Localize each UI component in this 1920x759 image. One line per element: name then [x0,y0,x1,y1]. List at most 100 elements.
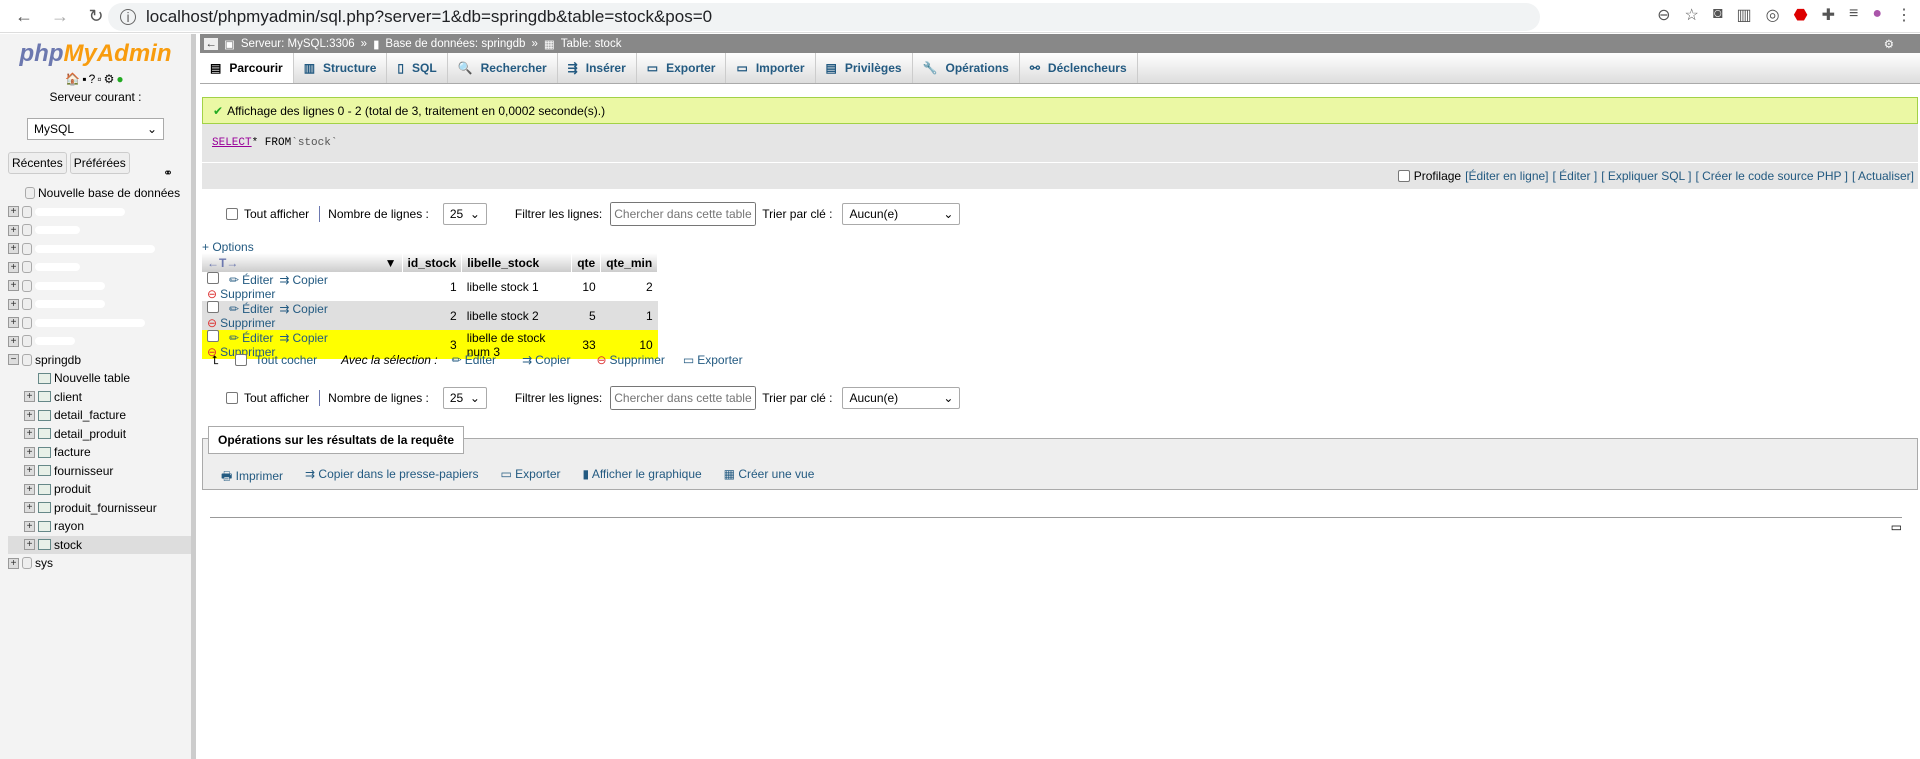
recent-button[interactable]: Récentes [8,152,67,174]
gear-icon[interactable]: ⚙ [104,72,117,86]
options-link[interactable]: + Options [202,240,254,254]
refresh-link[interactable]: [ Actualiser] [1852,169,1914,183]
url-text[interactable]: localhost/phpmyadmin/sql.php?server=1&db… [146,7,712,27]
print-button[interactable]: 🖶 Imprimer [221,467,283,488]
filter-input[interactable] [610,202,757,226]
row-checkbox[interactable] [207,330,219,342]
breadcrumb-database[interactable]: Base de données: springdb [385,38,525,50]
table-stock[interactable]: + stock [8,535,191,554]
link-icon[interactable]: ⚭ [163,166,173,180]
create-view-button[interactable]: ▦ Créer une vue [724,467,815,488]
home-icon[interactable]: 🏠 [65,72,82,86]
back-icon[interactable]: ← [14,6,34,27]
forward-icon[interactable]: → [50,6,70,27]
info-icon[interactable]: i [120,9,136,25]
table-fournisseur[interactable]: + fournisseur [8,462,191,481]
reader-icon[interactable]: ▥ [1737,5,1752,25]
breadcrumb-server[interactable]: Serveur: MySQL:3306 [241,38,355,50]
check-all-checkbox[interactable] [235,354,248,366]
bulk-edit-button[interactable]: ✏ Éditer [452,353,496,367]
media-icon[interactable]: ≡ [1849,5,1858,25]
tab-rechercher[interactable]: 🔍 Rechercher [448,53,558,83]
tab-importer[interactable]: ▭ Importer [726,53,816,83]
table-detail-produit[interactable]: + detail_produit [8,425,191,444]
logo[interactable]: phpMyAdmin [0,40,191,68]
db-item[interactable]: + [8,295,191,314]
help-icon[interactable]: ? [89,72,98,86]
row-checkbox[interactable] [207,301,219,313]
copy-clipboard-button[interactable]: ⇉ Copier dans le presse-papiers [305,467,478,488]
rows-select[interactable]: 25 ⌄ [442,203,487,225]
server-select[interactable]: MySQL ⌄ [27,118,164,140]
delete-button[interactable]: ⊖ Supprimer [207,287,275,301]
bulk-export-button[interactable]: ▭ Exporter [683,353,743,367]
db-item[interactable]: + [8,314,191,333]
db-item[interactable]: + [8,240,191,259]
tab-exporter[interactable]: ▭ Exporter [637,53,727,83]
filter-input[interactable] [610,386,757,410]
table-rayon[interactable]: + rayon [8,517,191,536]
column-libelle-stock[interactable]: libelle_stock [461,253,573,272]
reload-icon[interactable]: ● [116,72,125,86]
profiling-checkbox[interactable] [1397,170,1410,182]
puzzle-icon[interactable]: ✚ [1822,5,1835,25]
edit-button[interactable]: ✏ Éditer [229,273,273,287]
bulk-delete-button[interactable]: ⊖ Supprimer [596,353,664,367]
new-table[interactable]: Nouvelle table [8,369,191,388]
check-all-label[interactable]: Tout cocher [255,353,317,367]
db-item[interactable]: + [8,277,191,296]
new-db[interactable]: Nouvelle base de données [8,184,191,203]
avatar[interactable]: ● [1872,5,1882,25]
breadcrumb-table[interactable]: Table: stock [561,38,622,50]
table-detail-facture[interactable]: + detail_facture [8,406,191,425]
export-button[interactable]: ▭ Exporter [501,467,561,488]
sort-select[interactable]: Aucun(e) ⌄ [842,387,961,409]
tab-declencheurs[interactable]: ⚯ Déclencheurs [1020,53,1138,83]
db-item[interactable]: + [8,203,191,222]
tab-operations[interactable]: 🔧 Opérations [913,53,1020,83]
db-item[interactable]: + [8,332,191,351]
show-all-checkbox[interactable] [226,392,238,404]
tab-inserer[interactable]: ⇶ Insérer [558,53,637,83]
table-produit-fournisseur[interactable]: + produit_fournisseur [8,499,191,518]
copy-button[interactable]: ⇉ Copier [279,273,327,287]
edit-button[interactable]: ✏ Éditer [229,331,273,345]
show-all-checkbox[interactable] [226,208,238,220]
collapse-icon[interactable]: ← [204,37,218,50]
sort-select[interactable]: Aucun(e) ⌄ [842,203,961,225]
column-resize[interactable]: ←T→ ▼ [202,253,403,272]
favorites-button[interactable]: Préférées [69,152,130,174]
edit-inline-link[interactable]: [Éditer en ligne] [1465,169,1548,183]
edit-button[interactable]: ✏ Éditer [229,302,273,316]
address-bar[interactable]: i localhost/phpmyadmin/sql.php?server=1&d… [108,3,1540,31]
column-qte-min[interactable]: qte_min [600,253,659,272]
star-icon[interactable]: ☆ [1685,5,1699,25]
edit-link[interactable]: [ Éditer ] [1553,169,1598,183]
tab-sql[interactable]: ▯ SQL [387,53,448,83]
rows-select[interactable]: 25 ⌄ [442,387,487,409]
explain-link[interactable]: [ Expliquer SQL ] [1601,169,1691,183]
php-code-link[interactable]: [ Créer le code source PHP ] [1695,169,1848,183]
gear-icon[interactable]: ⚙ [1884,37,1894,51]
table-client[interactable]: + client [8,388,191,407]
db-sys[interactable]: + sys [8,554,191,573]
extension-icon[interactable]: ◎ [1766,5,1780,25]
menu-icon[interactable]: ⋮ [1896,5,1912,25]
row-checkbox[interactable] [207,272,219,284]
delete-button[interactable]: ⊖ Supprimer [207,316,275,330]
copy-button[interactable]: ⇉ Copier [279,331,327,345]
copy-button[interactable]: ⇉ Copier [279,302,327,316]
tab-privileges[interactable]: ▤ Privilèges [816,53,913,83]
console-icon[interactable]: ▭ [1891,520,1902,534]
adblock-icon[interactable]: ⬣ [1794,5,1808,25]
table-facture[interactable]: + facture [8,443,191,462]
table-produit[interactable]: + produit [8,480,191,499]
bulk-copy-button[interactable]: ⇉ Copier [522,353,570,367]
chart-button[interactable]: ▮ Afficher le graphique [583,467,702,488]
db-item[interactable]: + [8,258,191,277]
column-qte[interactable]: qte [571,253,602,272]
db-item[interactable]: + [8,221,191,240]
column-id-stock[interactable]: id_stock [402,253,463,272]
tab-structure[interactable]: ▥ Structure [294,53,388,83]
zoom-icon[interactable]: ⊖ [1657,5,1670,25]
